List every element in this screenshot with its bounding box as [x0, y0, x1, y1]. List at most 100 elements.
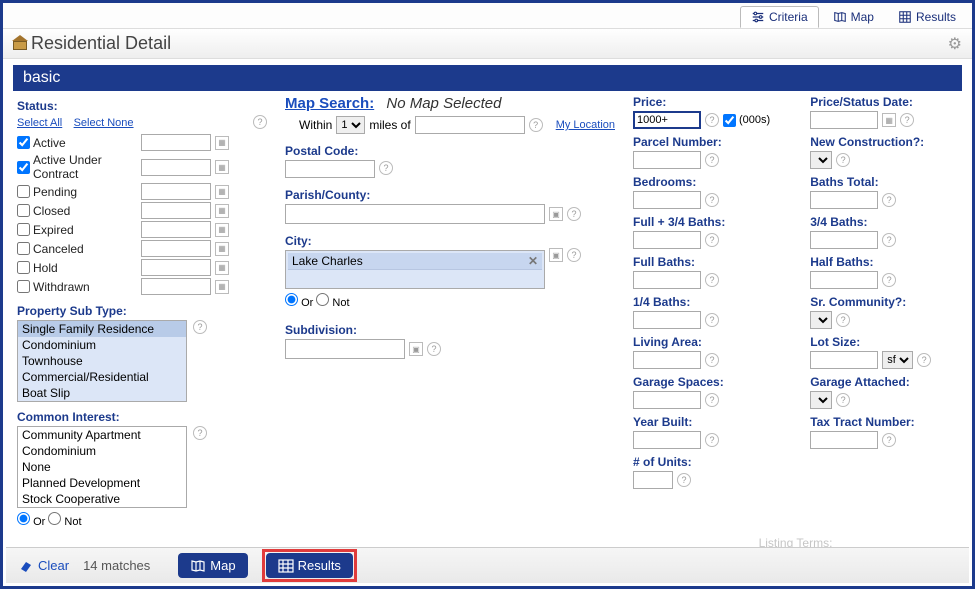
map-search-link[interactable]: Map Search:: [285, 95, 374, 112]
lotsize-unit-select[interactable]: sf: [882, 351, 913, 369]
list-item[interactable]: None: [18, 459, 186, 475]
map-button[interactable]: Map: [178, 553, 247, 578]
list-item[interactable]: Condominium: [18, 337, 186, 353]
list-item[interactable]: Commercial/Residential: [18, 369, 186, 385]
newcon-select[interactable]: [810, 151, 832, 169]
miles-select[interactable]: 1: [336, 116, 365, 134]
parish-input[interactable]: [285, 204, 545, 224]
multi-icon[interactable]: ▣: [549, 207, 563, 221]
help-icon[interactable]: ?: [705, 393, 719, 407]
srcom-select[interactable]: [810, 311, 832, 329]
units-input[interactable]: [633, 471, 673, 489]
status-auc-check[interactable]: [17, 161, 30, 174]
full34-input[interactable]: [633, 231, 701, 249]
calendar-icon[interactable]: ▦: [215, 223, 229, 237]
results-button[interactable]: Results: [266, 553, 353, 578]
select-all-link[interactable]: Select All: [17, 117, 62, 129]
garatt-select[interactable]: [810, 391, 832, 409]
select-none-link[interactable]: Select None: [74, 117, 134, 129]
city-tagbox[interactable]: Lake Charles✕: [285, 250, 545, 289]
living-input[interactable]: [633, 351, 701, 369]
list-item[interactable]: Condominium: [18, 443, 186, 459]
calendar-icon[interactable]: ▦: [215, 185, 229, 199]
psd-input[interactable]: [810, 111, 878, 129]
fullbaths-input[interactable]: [633, 271, 701, 289]
status-canceled-check[interactable]: [17, 242, 30, 255]
help-icon[interactable]: ?: [882, 273, 896, 287]
tab-criteria[interactable]: Criteria: [740, 6, 819, 28]
year-input[interactable]: [633, 431, 701, 449]
remove-tag-icon[interactable]: ✕: [528, 254, 538, 268]
status-hold-date[interactable]: [141, 259, 211, 276]
calendar-icon[interactable]: ▦: [215, 136, 229, 150]
status-withdrawn-check[interactable]: [17, 280, 30, 293]
help-icon[interactable]: ?: [882, 233, 896, 247]
status-closed-date[interactable]: [141, 202, 211, 219]
status-expired-date[interactable]: [141, 221, 211, 238]
help-icon[interactable]: ?: [917, 353, 931, 367]
help-icon[interactable]: ?: [705, 193, 719, 207]
help-icon[interactable]: ?: [882, 193, 896, 207]
list-item[interactable]: Single Family Residence: [18, 321, 186, 337]
status-canceled-date[interactable]: [141, 240, 211, 257]
help-icon[interactable]: ?: [193, 426, 207, 440]
bedrooms-input[interactable]: [633, 191, 701, 209]
help-icon[interactable]: ?: [567, 207, 581, 221]
help-icon[interactable]: ?: [705, 233, 719, 247]
list-item[interactable]: Community Apartment: [18, 427, 186, 443]
list-item[interactable]: Planned Development: [18, 475, 186, 491]
status-auc-date[interactable]: [141, 159, 211, 176]
calendar-icon[interactable]: ▦: [215, 261, 229, 275]
calendar-icon[interactable]: ▦: [215, 280, 229, 294]
status-withdrawn-date[interactable]: [141, 278, 211, 295]
help-icon[interactable]: ?: [836, 393, 850, 407]
status-expired-check[interactable]: [17, 223, 30, 236]
postal-input[interactable]: [285, 160, 375, 178]
help-icon[interactable]: ?: [705, 313, 719, 327]
calendar-icon[interactable]: ▦: [215, 242, 229, 256]
half-input[interactable]: [810, 271, 878, 289]
help-icon[interactable]: ?: [427, 342, 441, 356]
help-icon[interactable]: ?: [253, 115, 267, 129]
bathstot-input[interactable]: [810, 191, 878, 209]
tab-map[interactable]: Map: [823, 6, 884, 28]
help-icon[interactable]: ?: [529, 118, 543, 132]
help-icon[interactable]: ?: [705, 113, 719, 127]
status-hold-check[interactable]: [17, 261, 30, 274]
gear-icon[interactable]: ⚙: [948, 34, 962, 54]
q14-input[interactable]: [633, 311, 701, 329]
help-icon[interactable]: ?: [193, 320, 207, 334]
status-active-check[interactable]: [17, 136, 30, 149]
status-closed-check[interactable]: [17, 204, 30, 217]
propsub-listbox[interactable]: Single Family Residence Condominium Town…: [17, 320, 187, 402]
my-location-link[interactable]: My Location: [556, 119, 615, 131]
calendar-icon[interactable]: ▦: [882, 113, 896, 127]
list-item[interactable]: Boat Slip: [18, 385, 186, 401]
help-icon[interactable]: ?: [705, 153, 719, 167]
multi-icon[interactable]: ▣: [549, 248, 563, 262]
help-icon[interactable]: ?: [882, 433, 896, 447]
help-icon[interactable]: ?: [836, 313, 850, 327]
help-icon[interactable]: ?: [677, 473, 691, 487]
status-pending-date[interactable]: [141, 183, 211, 200]
help-icon[interactable]: ?: [836, 153, 850, 167]
multi-icon[interactable]: ▣: [409, 342, 423, 356]
city-input[interactable]: [288, 270, 542, 286]
help-icon[interactable]: ?: [900, 113, 914, 127]
price-input[interactable]: [633, 111, 701, 129]
tax-input[interactable]: [810, 431, 878, 449]
thousands-check[interactable]: [723, 114, 736, 127]
garage-input[interactable]: [633, 391, 701, 409]
help-icon[interactable]: ?: [567, 248, 581, 262]
help-icon[interactable]: ?: [705, 273, 719, 287]
status-active-date[interactable]: [141, 134, 211, 151]
list-item[interactable]: Townhouse: [18, 353, 186, 369]
calendar-icon[interactable]: ▦: [215, 204, 229, 218]
help-icon[interactable]: ?: [379, 161, 393, 175]
help-icon[interactable]: ?: [705, 353, 719, 367]
subdivision-input[interactable]: [285, 339, 405, 359]
b34-input[interactable]: [810, 231, 878, 249]
list-item[interactable]: Stock Cooperative: [18, 491, 186, 507]
calendar-icon[interactable]: ▦: [215, 160, 229, 174]
help-icon[interactable]: ?: [705, 433, 719, 447]
